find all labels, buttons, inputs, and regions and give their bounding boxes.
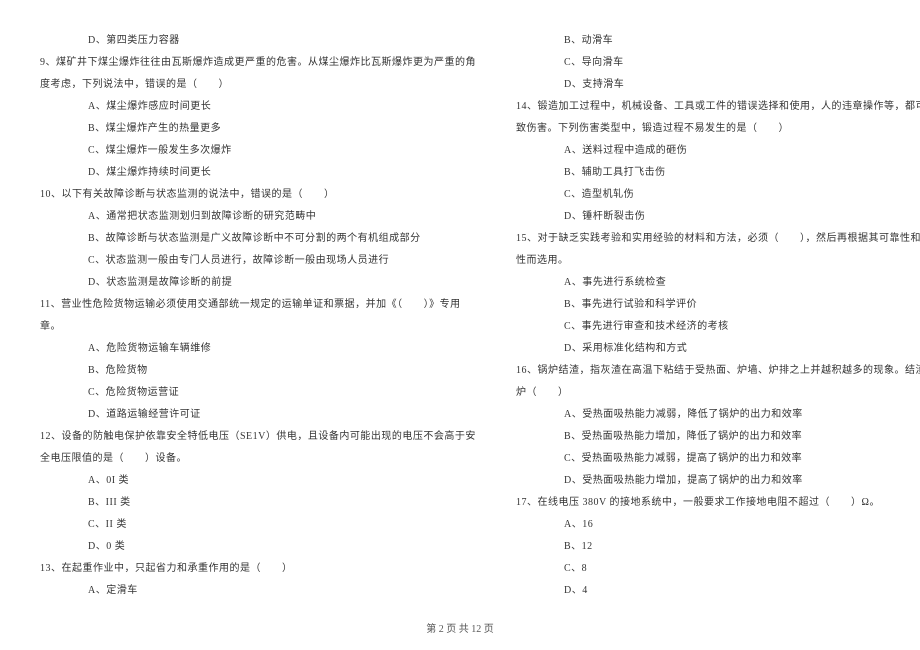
answer-option: D、第四类压力容器 [40, 30, 476, 52]
question-text: 致伤害。下列伤害类型中，锻造过程不易发生的是（ ） [516, 118, 920, 140]
answer-option: D、道路运输经营许可证 [40, 404, 476, 426]
answer-option: C、8 [516, 558, 920, 580]
answer-option: D、状态监测是故障诊断的前提 [40, 272, 476, 294]
answer-option: D、0 类 [40, 536, 476, 558]
answer-option: B、危险货物 [40, 360, 476, 382]
answer-option: B、受热面吸热能力增加，降低了锅炉的出力和效率 [516, 426, 920, 448]
question-text: 13、在起重作业中，只起省力和承重作用的是（ ） [40, 558, 476, 580]
answer-option: A、0I 类 [40, 470, 476, 492]
answer-option: A、危险货物运输车辆维修 [40, 338, 476, 360]
answer-option: A、煤尘爆炸感应时间更长 [40, 96, 476, 118]
question-text: 度考虑，下列说法中，错误的是（ ） [40, 74, 476, 96]
answer-option: D、锤杆断裂击伤 [516, 206, 920, 228]
right-column: B、动滑车C、导向滑车D、支持滑车14、锻造加工过程中，机械设备、工具或工件的错… [516, 30, 920, 590]
answer-option: A、通常把状态监测划归到故障诊断的研究范畴中 [40, 206, 476, 228]
answer-option: A、定滑车 [40, 580, 476, 602]
question-text: 性而选用。 [516, 250, 920, 272]
answer-option: C、造型机轧伤 [516, 184, 920, 206]
question-text: 15、对于缺乏实践考验和实用经验的材料和方法，必须（ ），然后再根据其可靠性和安… [516, 228, 920, 250]
answer-option: A、送料过程中造成的砸伤 [516, 140, 920, 162]
answer-option: D、煤尘爆炸持续时间更长 [40, 162, 476, 184]
answer-option: C、II 类 [40, 514, 476, 536]
answer-option: B、III 类 [40, 492, 476, 514]
answer-option: B、故障诊断与状态监测是广义故障诊断中不可分割的两个有机组成部分 [40, 228, 476, 250]
answer-option: A、16 [516, 514, 920, 536]
answer-option: D、受热面吸热能力增加，提高了锅炉的出力和效率 [516, 470, 920, 492]
question-text: 12、设备的防触电保护依靠安全特低电压（SE1V）供电，且设备内可能出现的电压不… [40, 426, 476, 448]
question-text: 章。 [40, 316, 476, 338]
answer-option: B、煤尘爆炸产生的热量更多 [40, 118, 476, 140]
answer-option: A、受热面吸热能力减弱，降低了锅炉的出力和效率 [516, 404, 920, 426]
answer-option: C、导向滑车 [516, 52, 920, 74]
question-text: 11、营业性危险货物运输必须使用交通部统一规定的运输单证和票据，并加《（ ）》专… [40, 294, 476, 316]
answer-option: C、状态监测一般由专门人员进行，故障诊断一般由现场人员进行 [40, 250, 476, 272]
question-text: 14、锻造加工过程中，机械设备、工具或工件的错误选择和使用，人的违章操作等，都可… [516, 96, 920, 118]
answer-option: D、支持滑车 [516, 74, 920, 96]
answer-option: D、4 [516, 580, 920, 602]
question-text: 17、在线电压 380V 的接地系统中，一般要求工作接地电阻不超过（ ）Ω。 [516, 492, 920, 514]
answer-option: C、危险货物运营证 [40, 382, 476, 404]
answer-option: A、事先进行系统检查 [516, 272, 920, 294]
answer-option: B、事先进行试验和科学评价 [516, 294, 920, 316]
answer-option: B、12 [516, 536, 920, 558]
question-text: 16、锅炉结渣，指灰渣在高温下粘结于受热面、炉墙、炉排之上并越积越多的现象。结渣… [516, 360, 920, 382]
answer-option: C、事先进行审查和技术经济的考核 [516, 316, 920, 338]
answer-option: C、煤尘爆炸一般发生多次爆炸 [40, 140, 476, 162]
question-text: 9、煤矿井下煤尘爆炸往往由瓦斯爆炸造成更严重的危害。从煤尘爆炸比瓦斯爆炸更为严重… [40, 52, 476, 74]
left-column: D、第四类压力容器9、煤矿井下煤尘爆炸往往由瓦斯爆炸造成更严重的危害。从煤尘爆炸… [40, 30, 476, 590]
answer-option: D、采用标准化结构和方式 [516, 338, 920, 360]
answer-option: C、受热面吸热能力减弱，提高了锅炉的出力和效率 [516, 448, 920, 470]
answer-option: B、辅助工具打飞击伤 [516, 162, 920, 184]
answer-option: B、动滑车 [516, 30, 920, 52]
question-text: 炉（ ） [516, 382, 920, 404]
question-text: 10、以下有关故障诊断与状态监测的说法中，错误的是（ ） [40, 184, 476, 206]
page-footer: 第 2 页 共 12 页 [0, 620, 920, 635]
question-text: 全电压限值的是（ ）设备。 [40, 448, 476, 470]
